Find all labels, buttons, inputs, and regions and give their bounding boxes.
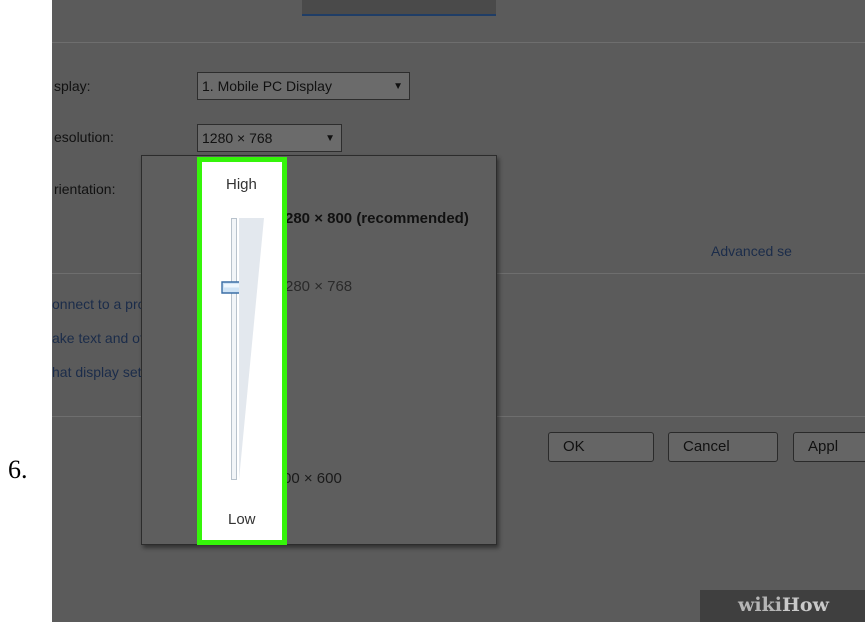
advanced-settings-link[interactable]: Advanced se	[711, 243, 792, 259]
cancel-button[interactable]: Cancel	[668, 432, 778, 462]
wikihow-watermark: wikiHow	[738, 594, 829, 616]
ok-button[interactable]: OK	[548, 432, 654, 462]
chevron-down-icon: ▼	[325, 133, 335, 144]
orientation-label: rientation:	[54, 181, 116, 197]
resolution-slider-track[interactable]	[231, 218, 237, 480]
apply-button[interactable]: Appl	[793, 432, 865, 462]
top-tab	[302, 0, 496, 16]
step-number: 6.	[8, 455, 28, 484]
display-label: splay:	[54, 78, 91, 94]
slider-low-label: Low	[228, 511, 256, 528]
display-select[interactable]: 1. Mobile PC Display ▼	[197, 72, 410, 100]
resolution-select[interactable]: 1280 × 768 ▼	[197, 124, 342, 152]
display-select-value: 1. Mobile PC Display	[202, 78, 332, 94]
chevron-down-icon: ▼	[393, 81, 403, 92]
divider	[52, 42, 865, 43]
slider-high-label: High	[226, 176, 257, 193]
resolution-select-value: 1280 × 768	[202, 130, 273, 146]
resolution-option-800x600[interactable]: 00 × 600	[283, 470, 342, 487]
resolution-option-1280x768[interactable]: 280 × 768	[285, 278, 352, 295]
resolution-label: esolution:	[54, 129, 114, 145]
resolution-option-1280x800[interactable]: 280 × 800 (recommended)	[285, 210, 469, 227]
slider-gradient-wedge	[239, 218, 264, 480]
